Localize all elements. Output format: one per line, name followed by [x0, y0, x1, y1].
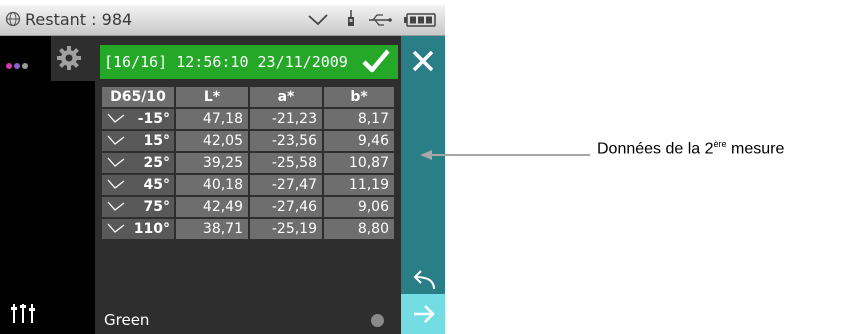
angle-cell: 15° [102, 131, 174, 151]
check-icon[interactable] [362, 48, 390, 74]
angle-icon [107, 201, 125, 211]
b-value: 8,80 [324, 219, 394, 239]
angle-cell: 25° [102, 153, 174, 173]
measurement-header: [16/16] 12:56:10 23/11/2009 [100, 45, 398, 79]
angle-icon [107, 179, 125, 189]
angle-cell: 75° [102, 197, 174, 217]
a-value: -27,47 [250, 175, 322, 195]
table-row: -15° 47,18 -21,23 8,17 [102, 109, 394, 129]
chevron-down-icon [308, 14, 328, 26]
globe-icon [5, 11, 21, 27]
measurement-info: [16/16] 12:56:10 23/11/2009 [104, 53, 348, 71]
usb-icon [369, 14, 392, 26]
column-header-a: a* [250, 87, 322, 107]
angle-cell: -15° [102, 109, 174, 129]
remaining-count: Restant : 984 [25, 10, 133, 29]
b-value: 8,17 [324, 109, 394, 129]
table-row: 75° 42,49 -27,46 9,06 [102, 197, 394, 217]
table-row: 25° 39,25 -25,58 10,87 [102, 153, 394, 173]
back-arrow-icon[interactable] [410, 269, 436, 291]
close-icon[interactable] [411, 49, 435, 73]
table-row: 15° 42,05 -23,56 9,46 [102, 131, 394, 151]
b-value: 9,46 [324, 131, 394, 151]
L-value: 39,25 [176, 153, 248, 173]
swatch-panel [51, 81, 95, 334]
b-value: 9,06 [324, 197, 394, 217]
next-arrow-icon[interactable] [412, 303, 436, 325]
table-row: 45° 40,18 -27,47 11,19 [102, 175, 394, 195]
column-header-illuminant: D65/10 [102, 87, 174, 107]
device-screen: Restant : 984 [16/16] 12:56:10 23/11/200… [0, 5, 445, 334]
table-row: 110° 38,71 -25,19 8,80 [102, 219, 394, 239]
L-value: 40,18 [176, 175, 248, 195]
L-value: 42,05 [176, 131, 248, 151]
a-value: -21,23 [250, 109, 322, 129]
a-value: -25,58 [250, 153, 322, 173]
angle-cell: 110° [102, 219, 174, 239]
status-bar: Restant : 984 [0, 5, 445, 36]
b-value: 11,19 [324, 175, 394, 195]
callout-label: Données de la 2ère mesure [597, 139, 784, 158]
settings-sliders-icon[interactable] [10, 302, 36, 324]
measurement-table: D65/10 L* a* b* -15° 47,18 -21,23 8,17 1… [100, 85, 396, 241]
column-header-b: b* [324, 87, 394, 107]
angle-icon [107, 157, 125, 167]
angle-icon [107, 223, 125, 233]
L-value: 38,71 [176, 219, 248, 239]
angle-icon [107, 135, 125, 145]
sensor-icon [348, 10, 354, 26]
sample-name: Green [104, 311, 150, 329]
color-dots-icon[interactable] [6, 54, 30, 73]
callout-arrow-icon [420, 150, 590, 160]
angle-icon [107, 113, 125, 123]
callout-suffix: mesure [726, 140, 785, 158]
L-value: 42,49 [176, 197, 248, 217]
L-value: 47,18 [176, 109, 248, 129]
gear-icon[interactable] [56, 45, 82, 71]
a-value: -25,19 [250, 219, 322, 239]
column-header-L: L* [176, 87, 248, 107]
callout-prefix: Données de la 2 [597, 140, 714, 158]
left-sidebar [0, 36, 51, 334]
a-value: -27,46 [250, 197, 322, 217]
angle-cell: 45° [102, 175, 174, 195]
a-value: -23,56 [250, 131, 322, 151]
callout-superscript: ère [713, 139, 727, 149]
battery-icon [404, 13, 436, 27]
b-value: 10,87 [324, 153, 394, 173]
status-dot-icon[interactable] [371, 314, 384, 327]
